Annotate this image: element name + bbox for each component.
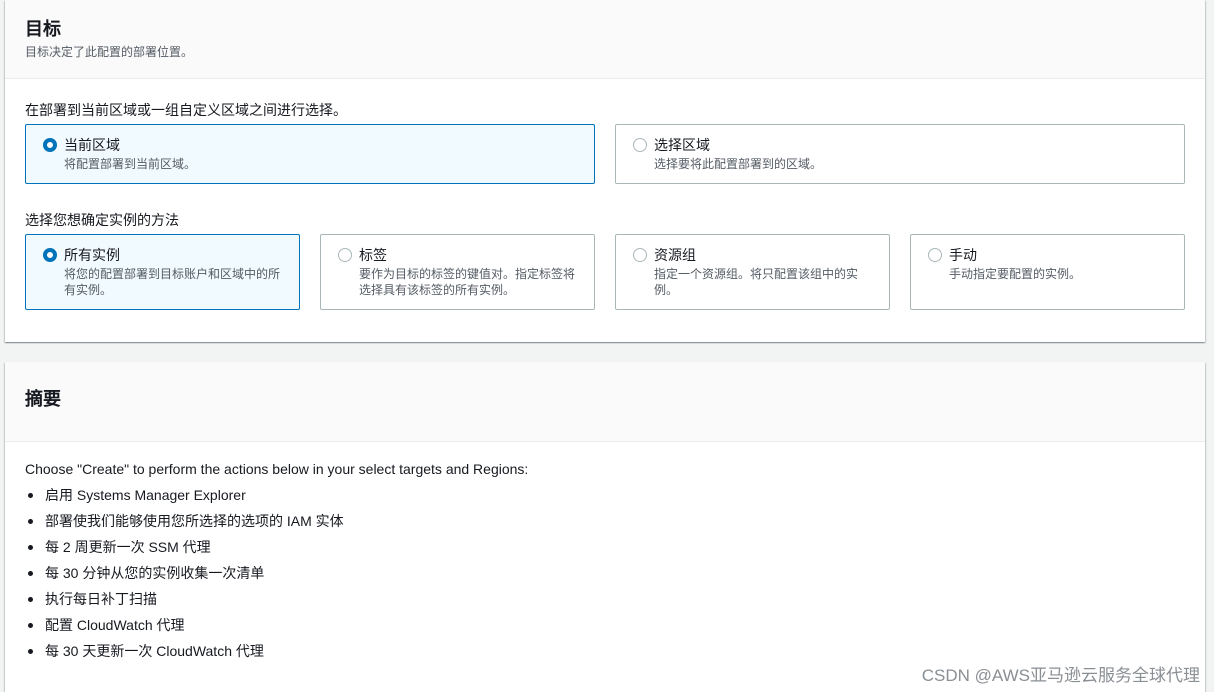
region-option-description: 将配置部署到当前区域。: [64, 157, 197, 171]
region-option-choose[interactable]: 选择区域 选择要将此配置部署到的区域。: [615, 124, 1185, 184]
target-title: 目标: [25, 19, 61, 39]
radio-unselected-icon[interactable]: [928, 248, 942, 262]
list-item: 每 30 天更新一次 CloudWatch 代理: [25, 642, 344, 668]
instance-option-title: 手动: [949, 247, 977, 263]
region-option-title: 当前区域: [64, 137, 120, 153]
instance-option-description: 将您的配置部署到目标账户和区域中的所有实例。: [64, 267, 281, 297]
target-panel: 目标 目标决定了此配置的部署位置。 在部署到当前区域或一组自定义区域之间进行选择…: [5, 0, 1205, 342]
target-description: 目标决定了此配置的部署位置。: [25, 45, 194, 59]
target-panel-header: 目标 目标决定了此配置的部署位置。: [5, 0, 1205, 79]
list-item: 执行每日补丁扫描: [25, 590, 344, 616]
summary-title: 摘要: [25, 389, 61, 409]
instance-option-manual[interactable]: 手动 手动指定要配置的实例。: [910, 234, 1185, 310]
radio-unselected-icon[interactable]: [633, 248, 647, 262]
radio-selected-icon[interactable]: [43, 138, 57, 152]
watermark: CSDN @AWS亚马逊云服务全球代理: [921, 666, 1200, 685]
list-item: 部署使我们能够使用您所选择的选项的 IAM 实体: [25, 512, 344, 538]
region-question: 在部署到当前区域或一组自定义区域之间进行选择。: [25, 102, 347, 118]
instance-option-description: 指定一个资源组。将只配置该组中的实例。: [654, 267, 859, 297]
instance-option-tags[interactable]: 标签 要作为目标的标签的键值对。指定标签将选择具有该标签的所有实例。: [320, 234, 595, 310]
list-item: 每 2 周更新一次 SSM 代理: [25, 538, 344, 564]
instance-option-description: 手动指定要配置的实例。: [949, 267, 1082, 281]
summary-intro: Choose "Create" to perform the actions b…: [25, 461, 529, 477]
radio-unselected-icon[interactable]: [338, 248, 352, 262]
instance-option-description: 要作为目标的标签的键值对。指定标签将选择具有该标签的所有实例。: [359, 267, 576, 297]
summary-panel-header: 摘要: [5, 362, 1205, 442]
list-item: 每 30 分钟从您的实例收集一次清单: [25, 564, 344, 590]
instance-option-title: 所有实例: [64, 247, 120, 263]
radio-unselected-icon[interactable]: [633, 138, 647, 152]
summary-panel: 摘要 Choose "Create" to perform the action…: [5, 362, 1205, 692]
region-option-description: 选择要将此配置部署到的区域。: [654, 157, 823, 171]
instance-question: 选择您想确定实例的方法: [25, 212, 179, 228]
region-option-title: 选择区域: [654, 137, 710, 153]
list-item: 配置 CloudWatch 代理: [25, 616, 344, 642]
instance-option-all[interactable]: 所有实例 将您的配置部署到目标账户和区域中的所有实例。: [25, 234, 300, 310]
radio-selected-icon[interactable]: [43, 248, 57, 262]
instance-option-resource-group[interactable]: 资源组 指定一个资源组。将只配置该组中的实例。: [615, 234, 890, 310]
instance-option-title: 资源组: [654, 247, 696, 263]
instance-option-title: 标签: [359, 247, 387, 263]
list-item: 启用 Systems Manager Explorer: [25, 486, 344, 512]
region-option-current[interactable]: 当前区域 将配置部署到当前区域。: [25, 124, 595, 184]
summary-list: 启用 Systems Manager Explorer 部署使我们能够使用您所选…: [25, 486, 344, 668]
